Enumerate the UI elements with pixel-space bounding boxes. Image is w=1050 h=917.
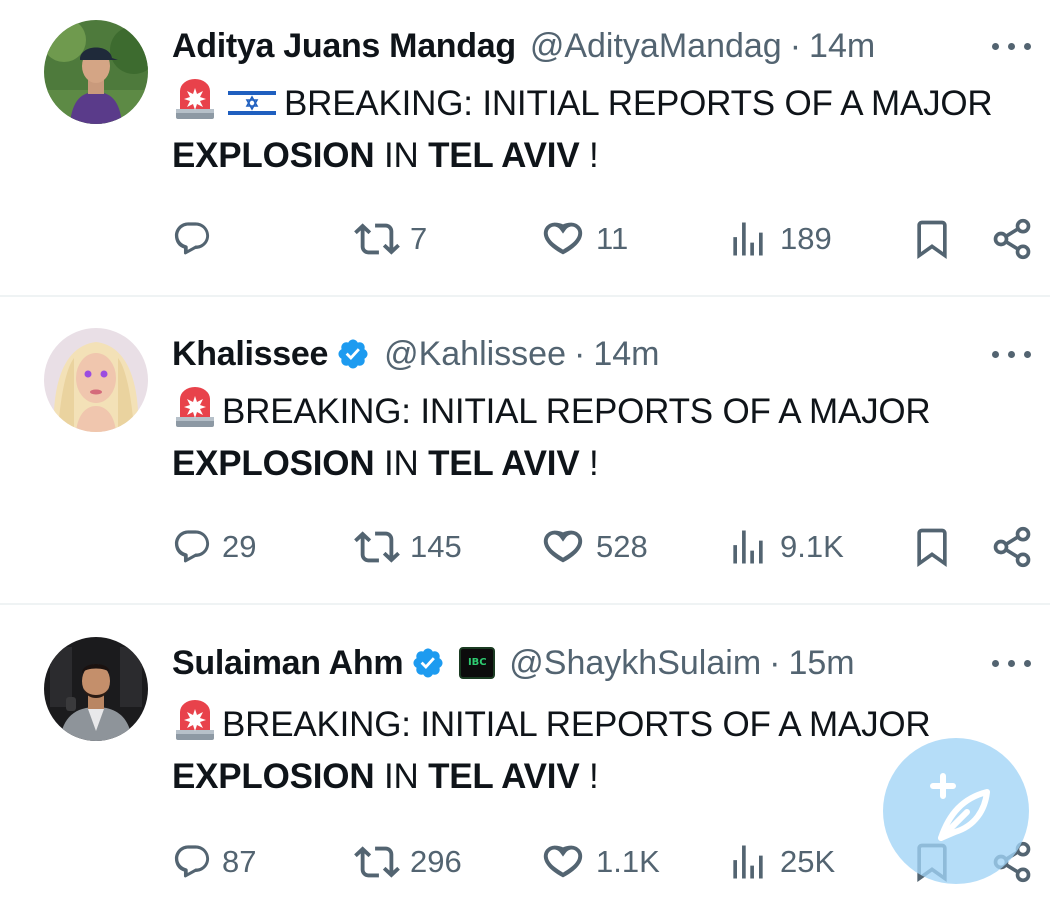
- like-button[interactable]: 11: [540, 214, 628, 264]
- like-button[interactable]: 1.1K: [540, 837, 660, 887]
- bookmark-button[interactable]: [910, 522, 954, 572]
- retweet-count: 296: [410, 844, 462, 879]
- text-segment: BREAKING: INITIAL REPORTS OF A MAJOR: [222, 705, 931, 744]
- text-bold: EXPLOSION: [172, 757, 375, 796]
- tweet-text: BREAKING: INITIAL REPORTS OF A MAJOR EXP…: [172, 78, 1034, 182]
- like-count: 1.1K: [596, 844, 660, 879]
- views-button[interactable]: 189: [726, 214, 832, 264]
- views-count: 9.1K: [780, 529, 844, 564]
- comment-icon: [172, 219, 212, 259]
- separator-dot: ·: [769, 643, 781, 682]
- siren-icon: [172, 387, 218, 431]
- text-segment: !: [579, 444, 599, 483]
- text-segment: BREAKING: INITIAL REPORTS OF A MAJOR: [284, 84, 993, 123]
- tweet[interactable]: Khalissee @Kahlissee · 14m BREAKING: INI…: [0, 297, 1050, 604]
- bar-chart-icon: [726, 217, 770, 261]
- share-button[interactable]: [990, 522, 1034, 572]
- views-button[interactable]: 25K: [726, 837, 835, 887]
- text-segment: IN: [374, 757, 429, 796]
- verified-badge-icon: [411, 646, 445, 680]
- feather-plus-icon: [930, 773, 990, 841]
- heart-icon: [540, 839, 586, 885]
- tweet[interactable]: Aditya Juans Mandag @AdityaMandag · 14m …: [0, 0, 1050, 296]
- separator-dot: ·: [574, 334, 586, 373]
- verified-badge-icon: [336, 337, 370, 371]
- action-bar: 7 11 189: [0, 214, 1050, 264]
- retweet-count: 7: [410, 221, 428, 256]
- comment-icon: [172, 842, 212, 882]
- affiliate-badge-icon[interactable]: IBC: [459, 647, 496, 679]
- text-segment: !: [579, 757, 599, 796]
- bookmark-icon: [910, 217, 954, 261]
- text-segment: BREAKING: INITIAL REPORTS OF A MAJOR: [222, 392, 931, 431]
- share-button[interactable]: [990, 214, 1034, 264]
- compose-button[interactable]: [883, 738, 1029, 884]
- retweet-button[interactable]: 145: [354, 522, 462, 572]
- views-count: 189: [780, 221, 832, 256]
- text-bold: TEL AVIV: [428, 136, 580, 175]
- avatar[interactable]: [44, 20, 148, 124]
- bookmark-button[interactable]: [910, 214, 954, 264]
- israel-flag-icon: [228, 87, 276, 119]
- share-icon: [990, 217, 1034, 261]
- user-handle[interactable]: @ShaykhSulaim: [509, 644, 761, 683]
- comment-icon: [172, 527, 212, 567]
- retweet-button[interactable]: 296: [354, 837, 462, 887]
- retweet-button[interactable]: 7: [354, 214, 427, 264]
- like-count: 11: [596, 221, 629, 256]
- timestamp[interactable]: 14m: [593, 335, 659, 374]
- reply-count: 29: [222, 529, 257, 564]
- display-name[interactable]: Khalissee: [172, 335, 328, 374]
- bar-chart-icon: [726, 525, 770, 569]
- tweet-text: BREAKING: INITIAL REPORTS OF A MAJOR EXP…: [172, 386, 1034, 490]
- reply-button[interactable]: 29: [172, 522, 256, 572]
- text-segment: !: [579, 136, 599, 175]
- user-handle[interactable]: @AdityaMandag: [530, 27, 782, 66]
- heart-icon: [540, 524, 586, 570]
- retweet-icon: [354, 839, 400, 885]
- text-bold: EXPLOSION: [172, 136, 375, 175]
- siren-icon: [172, 79, 218, 123]
- views-count: 25K: [780, 844, 836, 879]
- text-segment: IN: [374, 136, 429, 175]
- avatar[interactable]: [44, 328, 148, 432]
- reply-button[interactable]: 87: [172, 837, 256, 887]
- more-options-icon[interactable]: [992, 348, 1032, 360]
- timestamp[interactable]: 14m: [809, 27, 875, 66]
- retweet-icon: [354, 524, 400, 570]
- retweet-count: 145: [410, 529, 462, 564]
- avatar[interactable]: [44, 637, 148, 741]
- display-name[interactable]: Sulaiman Ahm: [172, 644, 403, 683]
- display-name[interactable]: Aditya Juans Mandag: [172, 27, 516, 66]
- text-segment: IN: [374, 444, 429, 483]
- more-options-icon[interactable]: [992, 40, 1032, 52]
- text-bold: TEL AVIV: [428, 444, 580, 483]
- text-bold: EXPLOSION: [172, 444, 375, 483]
- affiliate-badge-label: IBC: [467, 657, 487, 668]
- more-options-icon[interactable]: [992, 657, 1032, 669]
- heart-icon: [540, 216, 586, 262]
- action-bar: 29 145 528 9.1K: [0, 522, 1050, 572]
- like-count: 528: [596, 529, 648, 564]
- timestamp[interactable]: 15m: [788, 644, 854, 683]
- like-button[interactable]: 528: [540, 522, 648, 572]
- siren-icon: [172, 700, 218, 744]
- bookmark-icon: [910, 525, 954, 569]
- separator-dot: ·: [789, 26, 802, 65]
- user-handle[interactable]: @Kahlissee: [384, 335, 566, 374]
- reply-count: 87: [222, 844, 257, 879]
- share-icon: [990, 525, 1034, 569]
- views-button[interactable]: 9.1K: [726, 522, 844, 572]
- text-bold: TEL AVIV: [428, 757, 580, 796]
- reply-button[interactable]: [172, 214, 222, 264]
- bar-chart-icon: [726, 840, 770, 884]
- retweet-icon: [354, 216, 400, 262]
